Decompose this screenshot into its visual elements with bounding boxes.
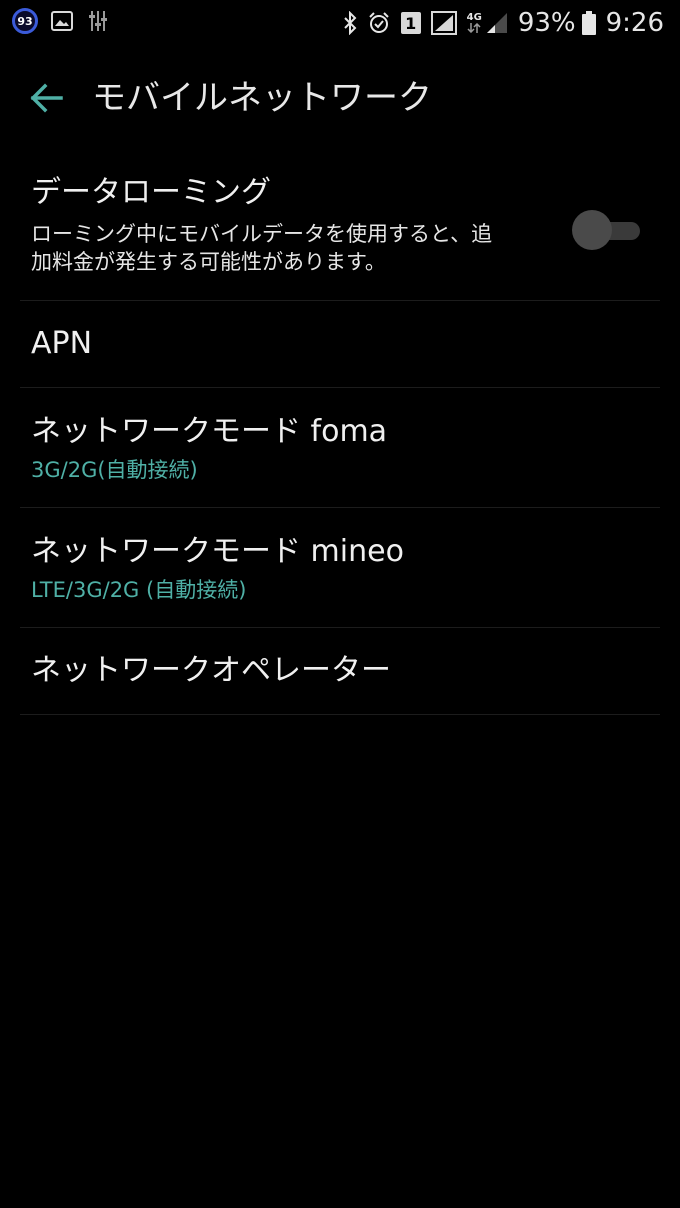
status-bar-right: 1 4G 93% 9:26 [333,6,664,40]
sliders-icon [86,9,110,33]
data-roaming-row[interactable]: データローミング ローミング中にモバイルデータを使用すると、追 加料金が発生する… [20,148,660,301]
signal-icon [430,11,457,35]
network-mode-foma-summary: 3G/2G(自動接続) [31,458,198,482]
data-roaming-summary-line2: 加料金が発生する可能性があります。 [31,250,386,274]
network-mode-foma-title: ネットワークモード foma [31,414,388,449]
back-button[interactable] [22,76,70,120]
status-bar-left: 93 [12,8,110,34]
clock: 9:26 [605,8,664,38]
alarm-icon [367,11,391,35]
sim-label: 1 [400,12,421,34]
battery-percent: 93% [517,8,576,38]
network-operator-title: ネットワークオペレーター [31,653,391,688]
bluetooth-icon [343,11,357,35]
network-operator-row[interactable]: ネットワークオペレーター [20,628,660,715]
arrow-back-icon [30,83,63,113]
signal-weak-icon [486,12,508,34]
status-bar: 93 1 4G 93% 9:26 [0,0,680,48]
image-icon [50,9,74,33]
sim-1-icon: 1 [400,12,421,34]
notification-count-badge: 93 [12,8,38,34]
data-4g-icon: 4G [467,13,482,33]
data-roaming-toggle[interactable] [572,210,644,250]
battery-icon [581,11,596,35]
network-mode-foma-row[interactable]: ネットワークモード foma 3G/2G(自動接続) [20,388,660,508]
app-bar: モバイルネットワーク [0,48,680,148]
page-title: モバイルネットワーク [92,78,432,118]
network-mode-mineo-summary: LTE/3G/2G (自動接続) [31,578,247,602]
data-roaming-summary-line1: ローミング中にモバイルデータを使用すると、追 [31,222,493,246]
network-mode-mineo-title: ネットワークモード mineo [31,534,404,569]
network-mode-mineo-row[interactable]: ネットワークモード mineo LTE/3G/2G (自動接続) [20,508,660,628]
toggle-thumb [572,210,612,250]
settings-list: データローミング ローミング中にモバイルデータを使用すると、追 加料金が発生する… [0,148,680,715]
apn-row[interactable]: APN [20,301,660,388]
network-type-label: 4G [466,12,482,23]
data-roaming-title: データローミング [31,175,271,210]
apn-title: APN [31,326,93,361]
